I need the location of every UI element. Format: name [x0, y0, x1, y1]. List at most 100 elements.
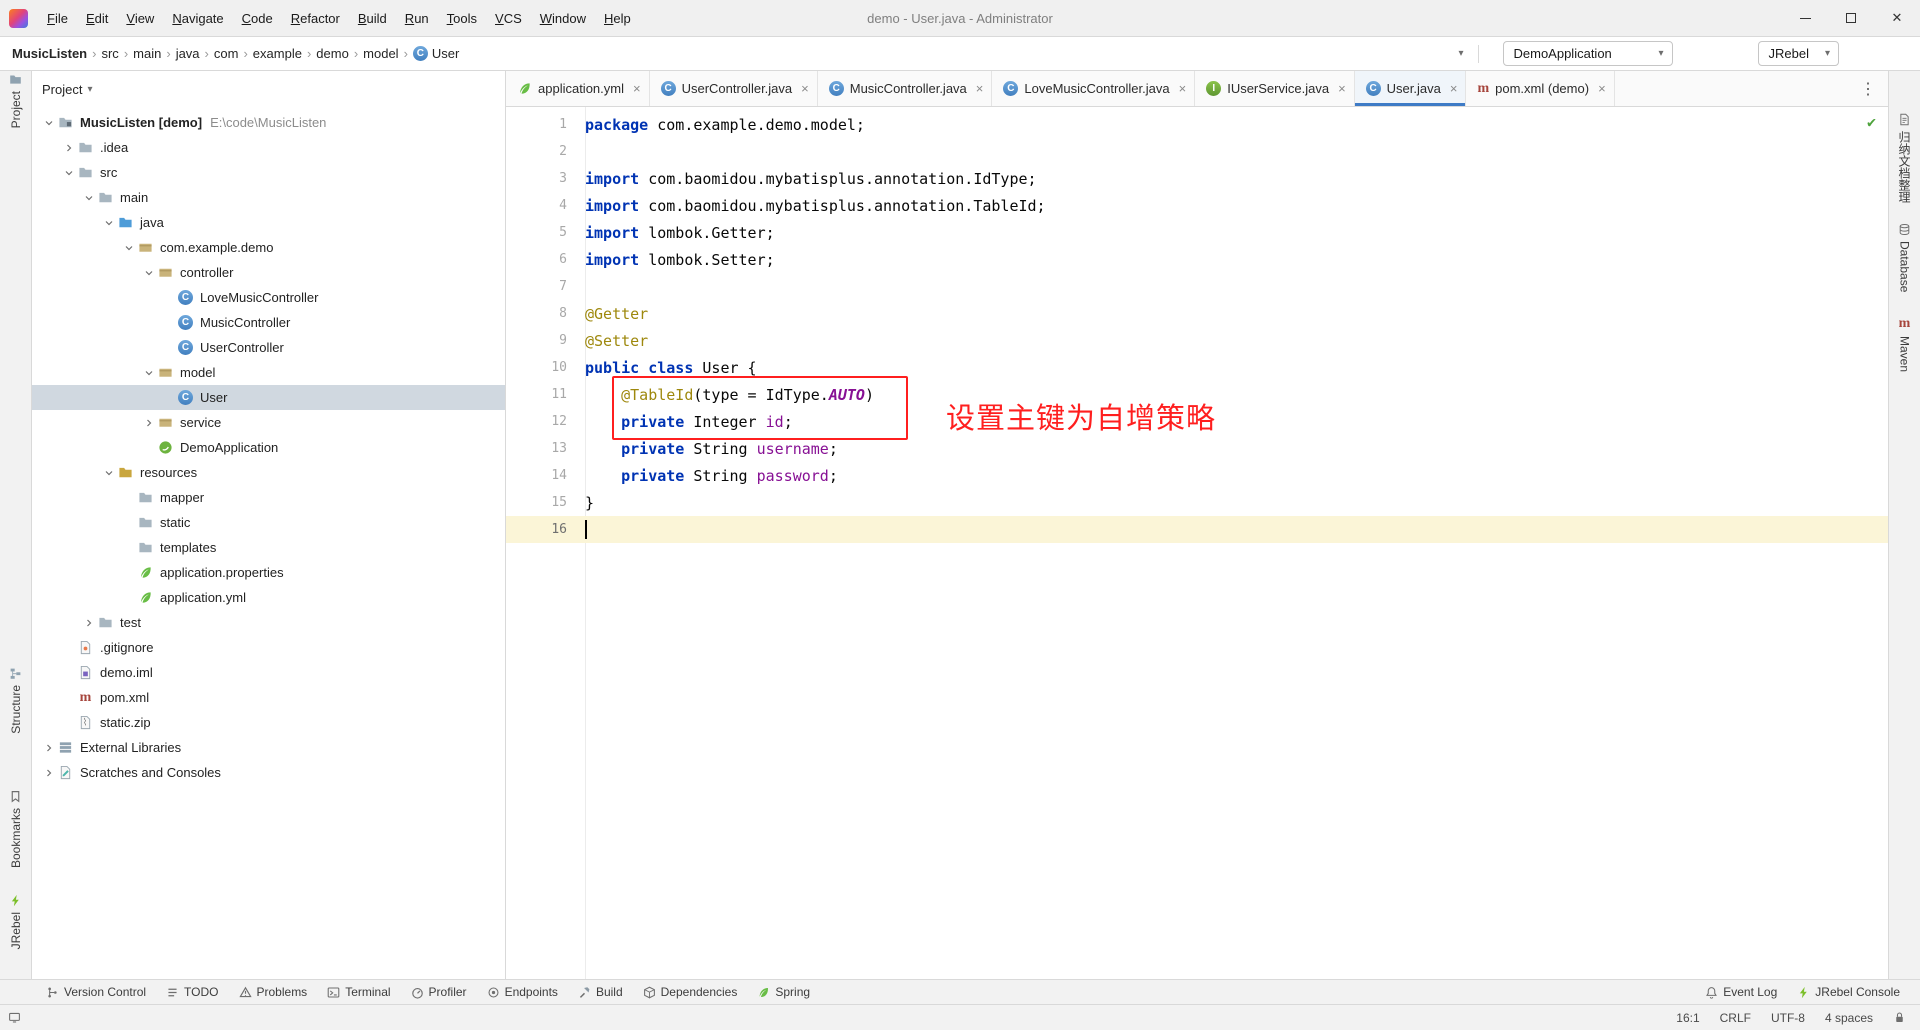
editor-tab-usercontroller-java[interactable]: C UserController.java × — [650, 71, 818, 106]
menu-run[interactable]: Run — [396, 11, 438, 26]
settings-gear-button[interactable] — [467, 86, 473, 92]
editor-line-10[interactable]: 10 public class User { — [506, 354, 1888, 381]
chev-down-icon[interactable] — [43, 117, 55, 129]
editor-tab-iuserservice-java[interactable]: I IUserService.java × — [1195, 71, 1355, 106]
menu-vcs[interactable]: VCS — [486, 11, 531, 26]
editor-line-1[interactable]: 1 package com.example.demo.model; — [506, 111, 1888, 138]
breadcrumb-src[interactable]: src — [101, 46, 118, 61]
tool-window-profiler[interactable]: Profiler — [401, 985, 477, 999]
user-avatar-button[interactable]: ▾ — [1453, 45, 1466, 62]
jrebel-debug-button[interactable] — [1745, 51, 1751, 57]
caret-position[interactable]: 16:1 — [1676, 1011, 1699, 1025]
tree-item-java[interactable]: java — [32, 210, 505, 235]
breadcrumb-example[interactable]: example — [253, 46, 302, 61]
updates-button[interactable] — [1885, 51, 1891, 57]
tree-item-model[interactable]: model — [32, 360, 505, 385]
plugin-sphere-button[interactable] — [1898, 51, 1904, 57]
locate-target-button[interactable] — [427, 86, 433, 92]
editor-tab-musiccontroller-java[interactable]: C MusicController.java × — [818, 71, 993, 106]
tree-item-usercontroller[interactable]: C UserController — [32, 335, 505, 360]
menu-code[interactable]: Code — [233, 11, 282, 26]
lock-icon[interactable] — [1893, 1011, 1906, 1024]
editor-tab-user-java[interactable]: C User.java × — [1354, 71, 1467, 106]
tool-window-event-log[interactable]: Event Log — [1695, 985, 1787, 999]
line-separator[interactable]: CRLF — [1720, 1011, 1751, 1025]
breadcrumb-java[interactable]: java — [176, 46, 200, 61]
menu-tools[interactable]: Tools — [438, 11, 486, 26]
tree-item-resources[interactable]: resources — [32, 460, 505, 485]
editor-line-5[interactable]: 5 import lombok.Getter; — [506, 219, 1888, 246]
close-tab-icon[interactable]: × — [976, 81, 984, 96]
close-tab-icon[interactable]: × — [1598, 81, 1606, 96]
tree-chevron[interactable] — [100, 467, 117, 479]
tree-chevron[interactable] — [60, 167, 77, 179]
editor-line-15[interactable]: 15} — [506, 489, 1888, 516]
more-tabs-icon[interactable]: ⋮ — [1860, 79, 1876, 99]
tool-window-terminal[interactable]: Terminal — [317, 985, 400, 999]
chev-down-icon[interactable] — [63, 167, 75, 179]
menu-help[interactable]: Help — [595, 11, 640, 26]
chev-down-icon[interactable] — [143, 267, 155, 279]
tree-item-external-libraries[interactable]: External Libraries — [32, 735, 505, 760]
breadcrumb-demo[interactable]: demo — [316, 46, 349, 61]
breadcrumb-main[interactable]: main — [133, 46, 161, 61]
minimize-button[interactable] — [1782, 0, 1828, 36]
menu-window[interactable]: Window — [531, 11, 595, 26]
chev-right-icon[interactable] — [83, 617, 95, 629]
tree-item-service[interactable]: service — [32, 410, 505, 435]
chev-right-icon[interactable] — [43, 767, 55, 779]
chev-right-icon[interactable] — [143, 417, 155, 429]
editor-line-6[interactable]: 6 import lombok.Setter; — [506, 246, 1888, 273]
tool-strip-bookmarks[interactable]: Bookmarks — [0, 790, 31, 868]
tool-window-spring[interactable]: Spring — [747, 985, 820, 999]
search-button[interactable] — [1872, 51, 1878, 57]
tool-strip-structure[interactable]: Structure — [0, 667, 31, 734]
tree-chevron[interactable] — [60, 142, 77, 154]
editor-line-8[interactable]: 8 @Getter — [506, 300, 1888, 327]
tree-item-musiclisten-demo[interactable]: MusicListen [demo] E:\code\MusicListen — [32, 110, 505, 135]
tree-item-application-properties[interactable]: application.properties — [32, 560, 505, 585]
tree-item-static[interactable]: static — [32, 510, 505, 535]
tool-strip-jrebel[interactable]: JRebel — [0, 894, 31, 949]
tree-item-idea[interactable]: .idea — [32, 135, 505, 160]
jrebel-run-button[interactable] — [1732, 51, 1738, 57]
tool-strip-docs[interactable]: 归纳文档整理 — [1889, 113, 1920, 203]
tree-item-demo-iml[interactable]: demo.iml — [32, 660, 505, 685]
tree-item-demoapplication[interactable]: DemoApplication — [32, 435, 505, 460]
coverage-shield-button[interactable] — [1706, 51, 1712, 57]
run-play-button[interactable] — [1680, 51, 1686, 57]
tree-item-com-example-demo[interactable]: com.example.demo — [32, 235, 505, 260]
tool-window-version-control[interactable]: Version Control — [36, 985, 156, 999]
tree-item-mapper[interactable]: mapper — [32, 485, 505, 510]
tree-chevron[interactable] — [40, 117, 57, 129]
close-tab-icon[interactable]: × — [801, 81, 809, 96]
tool-window-build[interactable]: Build — [568, 985, 633, 999]
chev-right-icon[interactable] — [43, 742, 55, 754]
tree-chevron[interactable] — [140, 417, 157, 429]
editor-line-7[interactable]: 7 — [506, 273, 1888, 300]
jrebel-select[interactable]: JRebel ▾ — [1757, 41, 1839, 66]
tree-chevron[interactable] — [100, 217, 117, 229]
stop-disabled-button[interactable] — [1859, 51, 1865, 57]
debug-bug-button[interactable] — [1693, 51, 1699, 57]
chev-down-icon[interactable] — [143, 367, 155, 379]
tool-window-jrebel-console[interactable]: JRebel Console — [1787, 985, 1910, 999]
tree-item-scratches-and-consoles[interactable]: Scratches and Consoles — [32, 760, 505, 785]
tool-window-todo[interactable]: TODO — [156, 985, 228, 999]
profiler-gauge-button[interactable] — [1719, 51, 1725, 57]
breadcrumb-musiclisten[interactable]: MusicListen — [12, 46, 87, 61]
close-tab-icon[interactable]: × — [1450, 81, 1458, 96]
collapse-all-button[interactable] — [447, 86, 453, 92]
tree-item-user[interactable]: C User — [32, 385, 505, 410]
tree-item-static-zip[interactable]: static.zip — [32, 710, 505, 735]
close-tab-icon[interactable]: × — [633, 81, 641, 96]
editor-line-14[interactable]: 14 private String password; — [506, 462, 1888, 489]
tree-item-src[interactable]: src — [32, 160, 505, 185]
code-editor[interactable]: 1 package com.example.demo.model; 2 3 import… — [506, 107, 1888, 979]
editor-line-3[interactable]: 3 import com.baomidou.mybatisplus.annotat… — [506, 165, 1888, 192]
tree-item-lovemusiccontroller[interactable]: C LoveMusicController — [32, 285, 505, 310]
menu-navigate[interactable]: Navigate — [163, 11, 232, 26]
tree-chevron[interactable] — [120, 242, 137, 254]
close-button[interactable]: ✕ — [1874, 0, 1920, 36]
chev-down-icon[interactable] — [123, 242, 135, 254]
